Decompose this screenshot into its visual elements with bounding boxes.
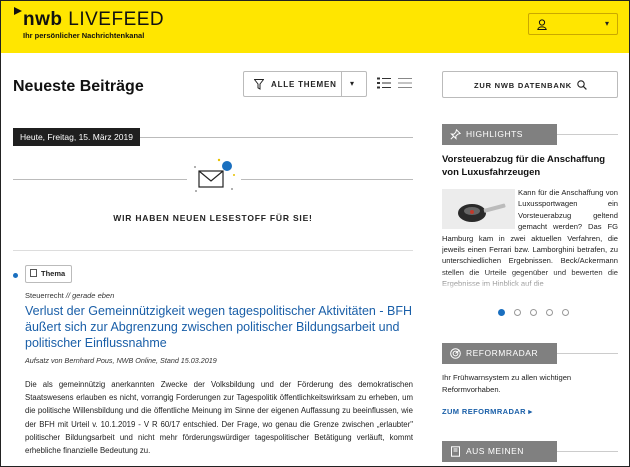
highlights-heading: HIGHLIGHTS <box>442 124 557 145</box>
article-author: Aufsatz von Bernhard Pous, NWB Online, S… <box>25 356 217 365</box>
article-category: Steuerrecht // gerade eben <box>25 291 115 300</box>
document-icon <box>30 269 37 277</box>
logo-flag-icon <box>14 7 22 15</box>
pin-icon <box>450 129 461 140</box>
menu-view-icon[interactable] <box>398 77 412 89</box>
my-products-heading: AUS MEINEN PRODUKTEN <box>442 441 557 462</box>
filter-icon <box>254 79 264 90</box>
page-title: Neueste Beiträge <box>13 78 144 95</box>
carousel-dot[interactable] <box>530 309 537 316</box>
new-mail-icon <box>194 158 235 192</box>
list-view-icon[interactable] <box>377 77 391 89</box>
date-badge: Heute, Freitag, 15. März 2019 <box>13 128 140 146</box>
highlight-title-link[interactable]: Vorsteuerabzug für die Anschaffung von L… <box>442 153 618 179</box>
reformradar-divider <box>557 353 618 354</box>
my-products-divider <box>557 451 618 452</box>
reformradar-heading: REFORMRADAR <box>442 343 557 364</box>
carousel-dot[interactable] <box>514 309 521 316</box>
car-key-image[interactable] <box>442 189 515 229</box>
article-teaser: Die als gemeinnützig anerkannten Zwecke … <box>25 380 413 456</box>
chevron-down-icon: ▾ <box>604 19 609 28</box>
carousel-dot[interactable] <box>498 309 505 316</box>
db-button-label: ZUR NWB DATENBANK <box>473 81 573 90</box>
user-menu-dropdown[interactable]: ▾ <box>528 13 618 35</box>
article-type-badge: Thema <box>25 265 73 283</box>
unread-dot <box>13 273 18 278</box>
header-bar: nwb LIVEFEED Ihr persönlicher Nachrichte… <box>1 1 629 53</box>
reformradar-link[interactable]: ZUM REFORMRADAR ▸ <box>442 407 533 416</box>
banner-divider-right <box>241 179 413 180</box>
logo[interactable]: nwb LIVEFEED <box>23 10 164 29</box>
filter-label: ALLE THEMEN <box>271 80 337 89</box>
nwb-database-button[interactable]: ZUR NWB DATENBANK <box>442 71 618 98</box>
tagline: Ihr persönlicher Nachrichtenkanal <box>23 31 145 40</box>
theme-filter-dropdown[interactable]: ALLE THEMEN ▾ <box>243 71 367 97</box>
reformradar-text: Ihr Frühwarnsystem zu allen wichtigen Re… <box>442 373 572 394</box>
filter-divider <box>341 72 342 96</box>
highlights-divider <box>557 134 618 135</box>
radar-icon <box>450 348 461 359</box>
carousel-dots[interactable] <box>498 303 578 316</box>
book-icon <box>451 446 460 457</box>
teaser-fade <box>442 271 618 293</box>
search-icon <box>577 80 587 90</box>
carousel-dot[interactable] <box>562 309 569 316</box>
user-icon <box>537 19 547 30</box>
chevron-down-icon[interactable]: ▾ <box>350 79 354 88</box>
article-title-link[interactable]: Verlust der Gemeinnützigkeit wegen tages… <box>25 303 415 351</box>
new-content-banner: WIR HABEN NEUEN LESESTOFF FÜR SIE! <box>113 213 313 223</box>
carousel-dot[interactable] <box>546 309 553 316</box>
banner-bottom-divider <box>13 250 413 251</box>
banner-divider-left <box>13 179 187 180</box>
